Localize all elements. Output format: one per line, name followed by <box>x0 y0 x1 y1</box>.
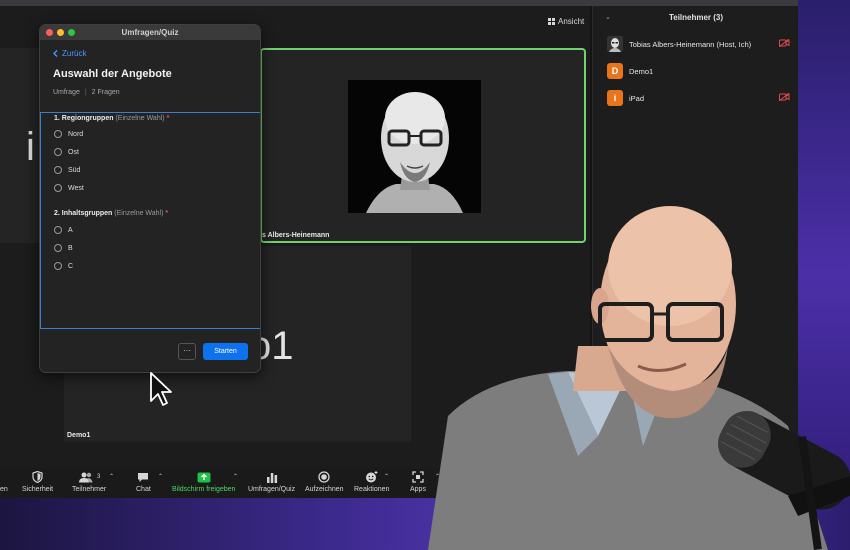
radio-button[interactable] <box>54 148 62 156</box>
speaker-video-frame <box>348 80 481 213</box>
speaker-name-label: s Albers-Heinemann <box>262 232 330 239</box>
toolbar-partial-item[interactable]: en <box>0 470 8 493</box>
radio-option[interactable]: West <box>54 184 84 192</box>
participants-button[interactable]: 3 Teilnehmer <box>72 470 106 493</box>
polls-icon <box>266 470 278 484</box>
chevron-left-icon <box>53 50 58 57</box>
video-off-icon[interactable] <box>779 39 790 47</box>
view-button-label: Ansicht <box>558 17 585 26</box>
zoom-window-icon[interactable] <box>68 29 75 36</box>
participants-header: Teilnehmer (3) <box>668 13 724 22</box>
participant-row[interactable]: i iPad <box>607 90 792 106</box>
tile-name-label: Demo1 <box>67 432 91 439</box>
poll-meta: Umfrage | 2 Fragen <box>53 89 120 96</box>
reactions-icon <box>365 470 378 484</box>
video-off-icon[interactable] <box>779 93 790 101</box>
more-options-button[interactable]: ··· <box>178 343 196 360</box>
participants-icon: 3 <box>78 470 100 484</box>
radio-option[interactable]: Nord <box>54 130 83 138</box>
start-poll-button[interactable]: Starten <box>203 343 248 360</box>
meeting-toolbar: en Sicherheit 3 Teilnehmer ⌃ Chat ⌃ Bild… <box>0 468 480 498</box>
dialog-titlebar[interactable]: Umfragen/Quiz <box>40 25 260 40</box>
presenter-webcam-overlay <box>428 196 850 550</box>
shield-icon <box>32 470 43 484</box>
share-screen-icon <box>197 470 211 484</box>
radio-option[interactable]: C <box>54 262 73 270</box>
participant-row[interactable]: D Demo1 <box>607 63 792 79</box>
close-window-icon[interactable] <box>46 29 53 36</box>
tile-initial: i <box>26 125 35 169</box>
avatar <box>607 36 623 52</box>
radio-button[interactable] <box>54 166 62 174</box>
polls-button[interactable]: Umfragen/Quiz <box>248 470 295 493</box>
apps-icon <box>412 470 424 484</box>
radio-button[interactable] <box>54 130 62 138</box>
chat-icon <box>137 470 149 484</box>
chevron-up-icon[interactable]: ⌃ <box>233 473 238 480</box>
polls-dialog: Umfragen/Quiz Zurück Auswahl der Angebot… <box>39 24 261 373</box>
security-button[interactable]: Sicherheit <box>22 470 53 493</box>
grid-view-icon <box>548 18 555 25</box>
avatar: i <box>607 90 623 106</box>
radio-button[interactable] <box>54 226 62 234</box>
poll-title: Auswahl der Angebote <box>53 68 172 80</box>
radio-button[interactable] <box>54 262 62 270</box>
chat-button[interactable]: Chat <box>136 470 151 493</box>
apps-button[interactable]: Apps <box>410 470 426 493</box>
back-link[interactable]: Zurück <box>53 49 86 58</box>
participant-count-badge: 3 <box>96 474 101 480</box>
question-title: 1. Regiongruppen (Einzelne Wahl) * <box>54 115 170 122</box>
chevron-up-icon[interactable]: ⌃ <box>158 473 163 480</box>
poll-type: Umfrage <box>53 89 80 96</box>
questions-panel: 1. Regiongruppen (Einzelne Wahl) * Nord … <box>40 112 260 329</box>
share-screen-button[interactable]: Bildschirm freigeben <box>172 470 235 493</box>
mouse-cursor-icon <box>150 372 172 406</box>
radio-button[interactable] <box>54 244 62 252</box>
participant-row[interactable]: Tobias Albers-Heinemann (Host, Ich) <box>607 36 792 52</box>
chevron-up-icon[interactable]: ⌃ <box>109 473 114 480</box>
minimize-window-icon[interactable] <box>57 29 64 36</box>
meta-divider: | <box>84 89 87 96</box>
participant-name: iPad <box>629 93 645 103</box>
participant-name: Tobias Albers-Heinemann (Host, Ich) <box>629 39 752 49</box>
question-title: 2. Inhaltsgruppen (Einzelne Wahl) * <box>54 210 169 217</box>
poll-question-count: 2 Fragen <box>91 89 120 96</box>
view-button[interactable]: Ansicht <box>548 17 584 26</box>
radio-option[interactable]: Ost <box>54 148 79 156</box>
radio-option[interactable]: B <box>54 244 73 252</box>
radio-option[interactable]: A <box>54 226 73 234</box>
radio-button[interactable] <box>54 184 62 192</box>
record-icon <box>318 470 330 484</box>
back-link-label: Zurück <box>62 49 87 58</box>
record-button[interactable]: Aufzeichnen <box>305 470 344 493</box>
chevron-up-icon[interactable]: ⌃ <box>384 473 389 480</box>
radio-option[interactable]: Süd <box>54 166 80 174</box>
avatar: D <box>607 63 623 79</box>
participant-name: Demo1 <box>629 66 654 76</box>
